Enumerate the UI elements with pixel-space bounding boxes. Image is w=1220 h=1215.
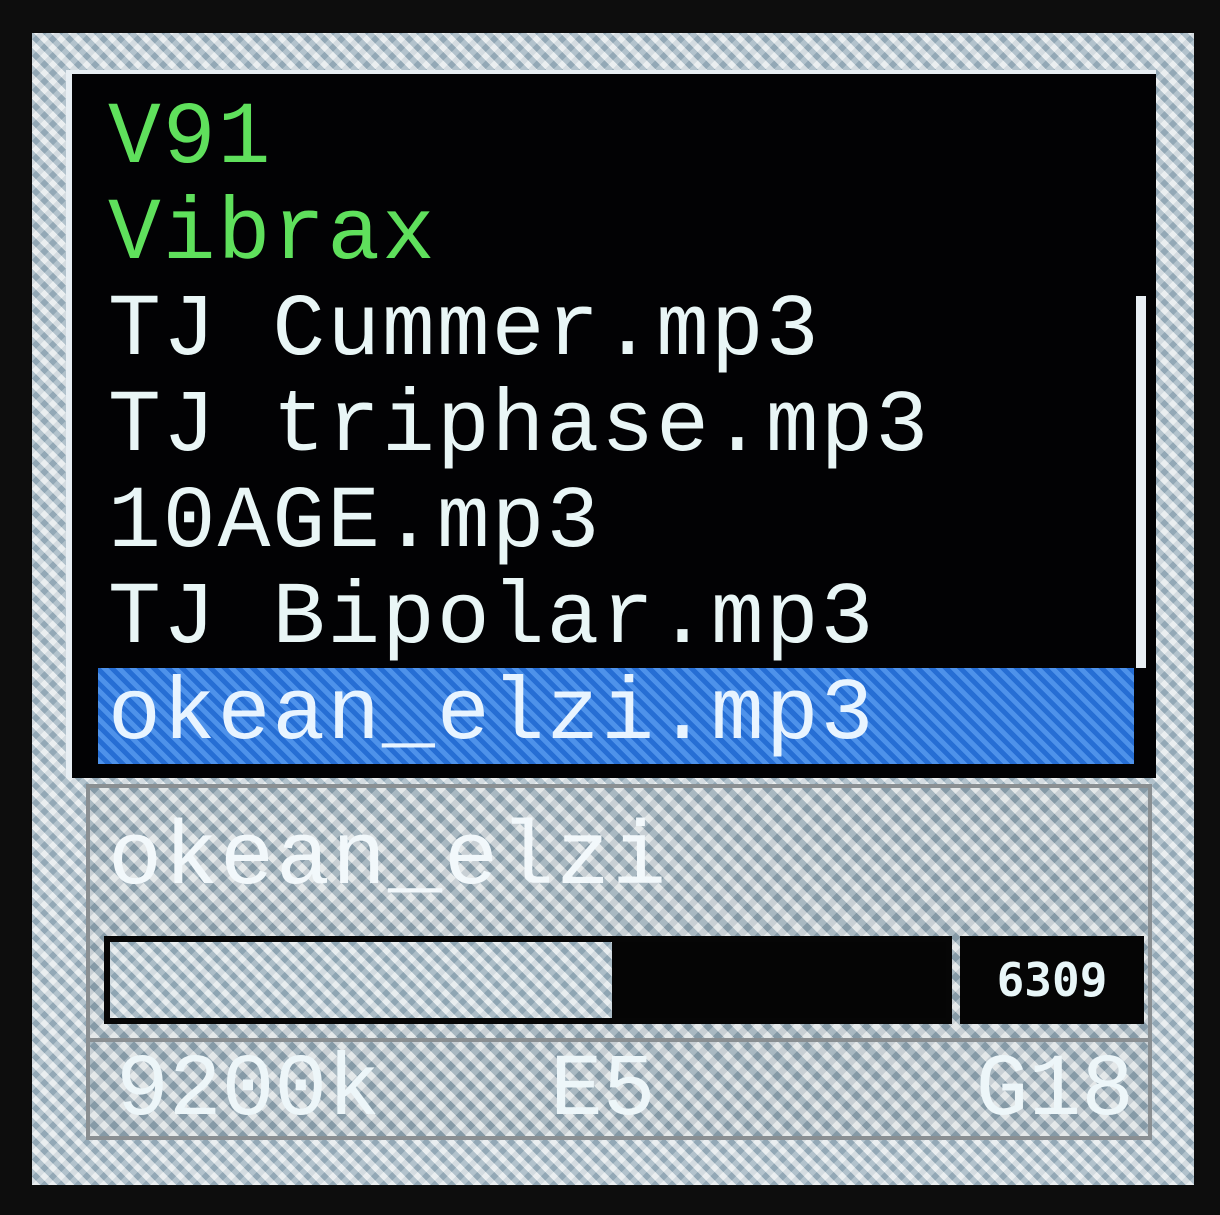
eq-label: E5 [550, 1042, 656, 1141]
gain-label: G18 [975, 1042, 1134, 1141]
file-item[interactable]: TJ Cummer.mp3 [108, 284, 1156, 380]
file-item[interactable]: TJ triphase.mp3 [108, 380, 1156, 476]
playback-counter: 6309 [960, 936, 1144, 1024]
bitrate-label: 9200k [116, 1042, 381, 1141]
file-list[interactable]: V91 Vibrax TJ Cummer.mp3 TJ triphase.mp3… [98, 92, 1156, 764]
file-item-selected[interactable]: okean_elzi.mp3 [98, 668, 1134, 764]
scrollbar[interactable] [1136, 296, 1146, 668]
folder-item[interactable]: Vibrax [108, 188, 1156, 284]
device: V91 Vibrax TJ Cummer.mp3 TJ triphase.mp3… [0, 0, 1220, 1215]
progress-fill [110, 942, 612, 1018]
track-title: okean_elzi [108, 809, 669, 911]
file-item[interactable]: 10AGE.mp3 [108, 476, 1156, 572]
file-item[interactable]: TJ Bipolar.mp3 [108, 572, 1156, 668]
file-list-panel[interactable]: V91 Vibrax TJ Cummer.mp3 TJ triphase.mp3… [66, 70, 1156, 778]
folder-item[interactable]: V91 [108, 92, 1156, 188]
progress-bar[interactable] [104, 936, 952, 1024]
now-playing-panel: okean_elzi 6309 9200k E5 G18 [86, 784, 1152, 1140]
status-bar: 9200k E5 G18 [90, 1038, 1148, 1140]
